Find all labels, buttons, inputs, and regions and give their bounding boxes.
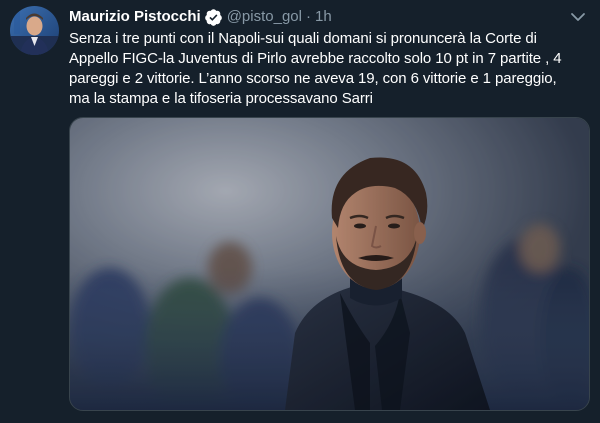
avatar-image <box>10 6 59 55</box>
tweet-header: Maurizio Pistocchi @pisto_gol · 1h <box>69 7 332 27</box>
chevron-down-icon[interactable] <box>568 7 588 27</box>
photo-man-in-dark-jacket <box>70 118 589 410</box>
tweet[interactable]: Maurizio Pistocchi @pisto_gol · 1h Senza… <box>0 0 600 423</box>
tweet-text: Senza i tre punti con il Napoli-sui qual… <box>69 30 562 107</box>
tweet-media-photo[interactable] <box>69 117 590 411</box>
verified-badge-icon <box>204 8 222 26</box>
author-handle[interactable]: @pisto_gol <box>227 7 302 27</box>
author-name[interactable]: Maurizio Pistocchi <box>69 7 201 27</box>
timestamp[interactable]: 1h <box>315 7 332 27</box>
author-avatar[interactable] <box>10 6 59 55</box>
separator-dot: · <box>305 8 311 25</box>
